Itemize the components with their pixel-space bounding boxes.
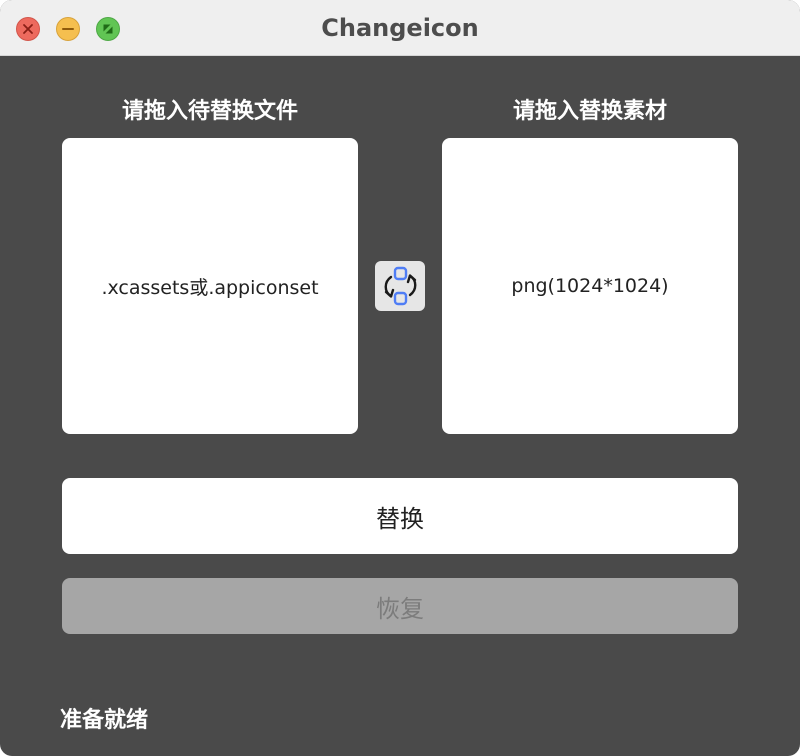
material-drop-label: 请拖入替换素材 — [512, 99, 667, 124]
app-window: Changeicon 请拖入待替换文件 请拖入替换素材 .xcassets或.a… — [0, 0, 800, 756]
source-drop-zone[interactable]: .xcassets或.appiconset — [62, 138, 358, 434]
replace-button-label: 替换 — [376, 504, 424, 533]
source-drop-hint: .xcassets或.appiconset — [101, 276, 319, 299]
swap-button[interactable] — [375, 261, 425, 311]
material-drop-zone[interactable]: png(1024*1024) — [442, 138, 738, 434]
status-text: 准备就绪 — [60, 708, 149, 733]
restore-button-label: 恢复 — [376, 594, 424, 623]
title-bar: Changeicon — [0, 0, 800, 56]
material-drop-hint: png(1024*1024) — [511, 275, 669, 297]
window-title: Changeicon — [321, 14, 479, 42]
restore-button[interactable]: 恢复 — [62, 578, 738, 634]
source-drop-label: 请拖入待替换文件 — [121, 99, 298, 124]
swap-icon — [384, 266, 417, 306]
replace-button[interactable]: 替换 — [62, 478, 738, 554]
